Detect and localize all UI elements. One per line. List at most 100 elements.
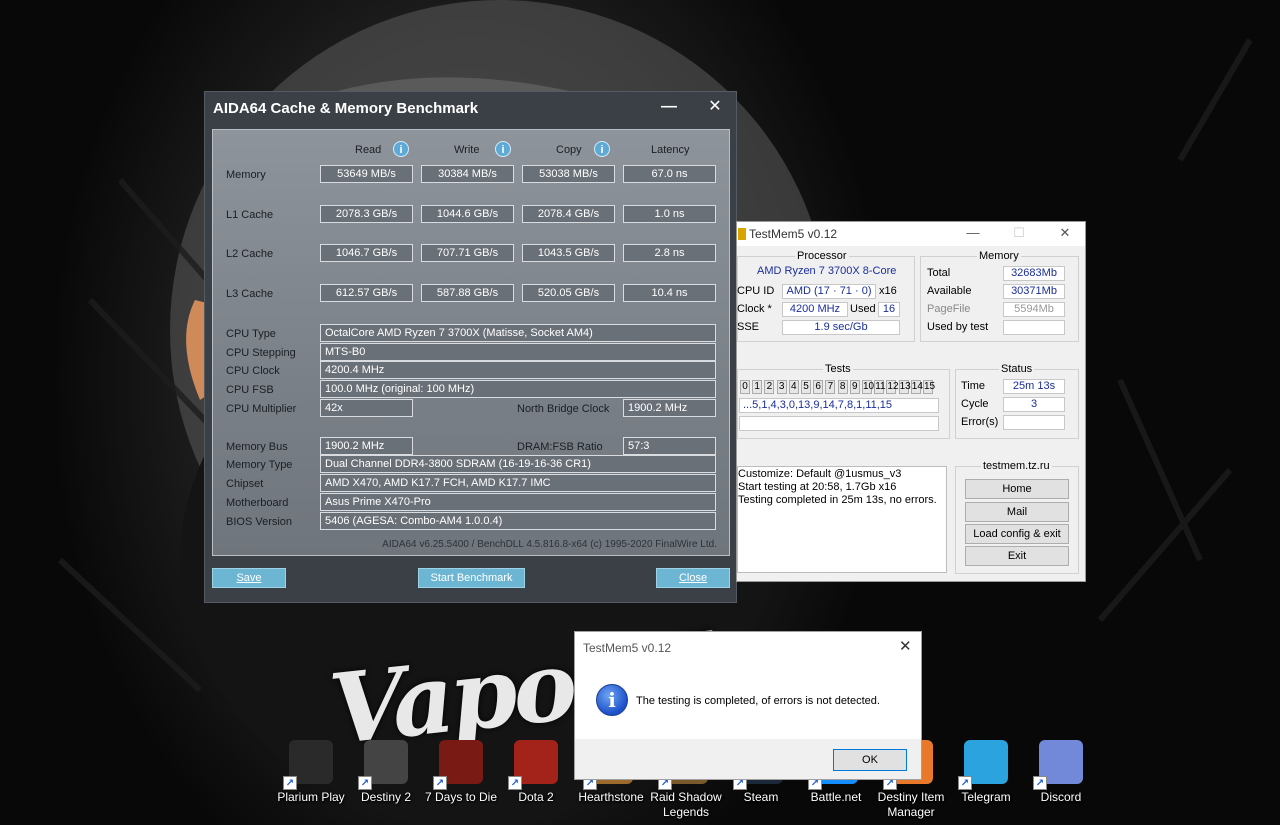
l2-copy-value: 1043.5 GB/s [522,244,615,262]
close-button[interactable]: Close [656,568,730,588]
l1-read-value: 2078.3 GB/s [320,205,413,223]
status-group-title: Status [999,363,1035,375]
aida64-window-title: AIDA64 Cache & Memory Benchmark [213,100,479,117]
time-label: Time [961,380,986,392]
load-config-exit-button[interactable]: Load config & exit [965,524,1069,544]
memory-copy-value: 53038 MB/s [522,165,615,183]
read-info-icon[interactable]: i [393,141,409,157]
cycle-value: 3 [1003,397,1065,412]
desktop-icon[interactable]: ↗ Telegram [948,740,1024,805]
desktop-icon-label: Destiny 2 [360,790,412,804]
ok-button[interactable]: OK [833,749,907,771]
desktop-icon-label: Discord [1040,790,1082,804]
shortcut-arrow-icon: ↗ [433,776,447,790]
minimize-icon[interactable]: — [655,96,683,120]
app-icon: ↗ [508,740,558,790]
l1-latency-value: 1.0 ns [623,205,716,223]
chipset-value: AMD X470, AMD K17.7 FCH, AMD K17.7 IMC [320,474,716,492]
time-value: 25m 13s [1003,379,1065,394]
memory-type-value: Dual Channel DDR4-3800 SDRAM (16-19-16-3… [320,455,716,473]
memory-read-value: 53649 MB/s [320,165,413,183]
info-icon: i [596,684,628,716]
test-cell: 3 [776,380,787,394]
dram-fsb-ratio-label: DRAM:FSB Ratio [517,441,603,453]
desktop-icon-label: Telegram [961,790,1011,804]
desktop-icon-label: 7 Days to Die [424,790,498,804]
tests-group-title: Tests [823,363,853,375]
cpu-multiplier-label: CPU Multiplier [226,403,297,415]
testmem5-titlebar[interactable]: TestMem5 v0.12 — ☐ ✕ [737,222,1085,246]
cpuid-value: AMD (17 · 71 · 0) [782,284,876,299]
used-by-test-label: Used by test [927,321,989,333]
used-value: 16 [878,302,900,317]
close-icon[interactable]: ✕ [899,637,912,655]
available-label: Available [927,285,972,297]
desktop-icon[interactable]: ↗ Discord [1023,740,1099,805]
desktop-icon-label: Hearthstone [578,790,644,804]
desktop-icon-label: Steam [743,790,779,804]
aida64-footer-copyright: AIDA64 v6.25.5400 / BenchDLL 4.5.816.8-x… [382,539,717,550]
used-by-test-value [1003,320,1065,335]
maximize-icon: ☐ [1013,225,1025,240]
test-cell: 7 [825,380,836,394]
row-label: L3 Cache [226,288,274,300]
l3-copy-value: 520.05 GB/s [522,284,615,302]
app-icon: ↗ [433,740,483,790]
cpuid-threads: x16 [879,285,897,297]
chipset-label: Chipset [226,478,264,490]
errors-value [1003,415,1065,430]
app-icon: ↗ [283,740,333,790]
test-sequence: ...5,1,4,3,0,13,9,14,7,8,1,11,15 [739,398,939,413]
desktop-icon[interactable]: ↗ Dota 2 [498,740,574,805]
test-cell: 11 [874,380,886,394]
testmem5-window-title: TestMem5 v0.12 [749,227,838,241]
motherboard-value: Asus Prime X470-Pro [320,493,716,511]
test-cell: 12 [886,380,899,394]
home-button[interactable]: Home [965,479,1069,499]
cpu-fsb-value: 100.0 MHz (original: 100 MHz) [320,380,716,398]
start-benchmark-button[interactable]: Start Benchmark [418,568,525,588]
minimize-icon[interactable]: — [963,225,983,240]
processor-name: AMD Ryzen 7 3700X 8-Core [757,265,897,277]
app-icon: ↗ [958,740,1008,790]
testmem5-log[interactable]: Customize: Default @1usmus_v3 Start test… [737,466,947,573]
test-cell: 10 [862,380,875,394]
cycle-label: Cycle [961,398,989,410]
close-icon[interactable]: ✕ [701,96,729,120]
used-label: Used [850,303,876,315]
l2-write-value: 707.71 GB/s [421,244,514,262]
shortcut-arrow-icon: ↗ [283,776,297,790]
dialog-message: The testing is completed, of errors is n… [636,695,880,707]
log-line: Start testing at 20:58, 1.7Gb x16 [738,481,897,493]
shortcut-arrow-icon: ↗ [958,776,972,790]
test-cell: 6 [813,380,824,394]
test-progress-bar [739,416,939,431]
site-group-title: testmem.tz.ru [981,460,1052,472]
close-icon[interactable]: ✕ [1055,225,1075,241]
test-cell: 8 [837,380,848,394]
mail-button[interactable]: Mail [965,502,1069,522]
desktop-icon[interactable]: ↗ 7 Days to Die [423,740,499,805]
processor-group-title: Processor [795,250,849,262]
desktop-icon-label: Plarium Play [277,790,345,804]
save-button[interactable]: Save [212,568,286,588]
aida64-titlebar[interactable]: AIDA64 Cache & Memory Benchmark — ✕ [205,92,736,124]
l3-latency-value: 10.4 ns [623,284,716,302]
bios-version-value: 5406 (AGESA: Combo-AM4 1.0.0.4) [320,512,716,530]
l1-write-value: 1044.6 GB/s [421,205,514,223]
cpu-clock-label: CPU Clock [226,365,280,377]
write-info-icon[interactable]: i [495,141,511,157]
memory-group-title: Memory [977,250,1021,262]
cpu-stepping-label: CPU Stepping [226,347,296,359]
test-cell: 5 [801,380,811,394]
desktop-icon-label: Dota 2 [518,790,554,804]
desktop-icon[interactable]: ↗ Destiny 2 [348,740,424,805]
errors-label: Error(s) [961,416,999,428]
copy-info-icon[interactable]: i [594,141,610,157]
test-cell: 2 [764,380,775,394]
exit-button[interactable]: Exit [965,546,1069,566]
motherboard-label: Motherboard [226,497,289,509]
cpu-clock-value: 4200.4 MHz [320,361,716,379]
desktop-icon[interactable]: ↗ Plarium Play [273,740,349,805]
latency-header: Latency [651,144,690,156]
